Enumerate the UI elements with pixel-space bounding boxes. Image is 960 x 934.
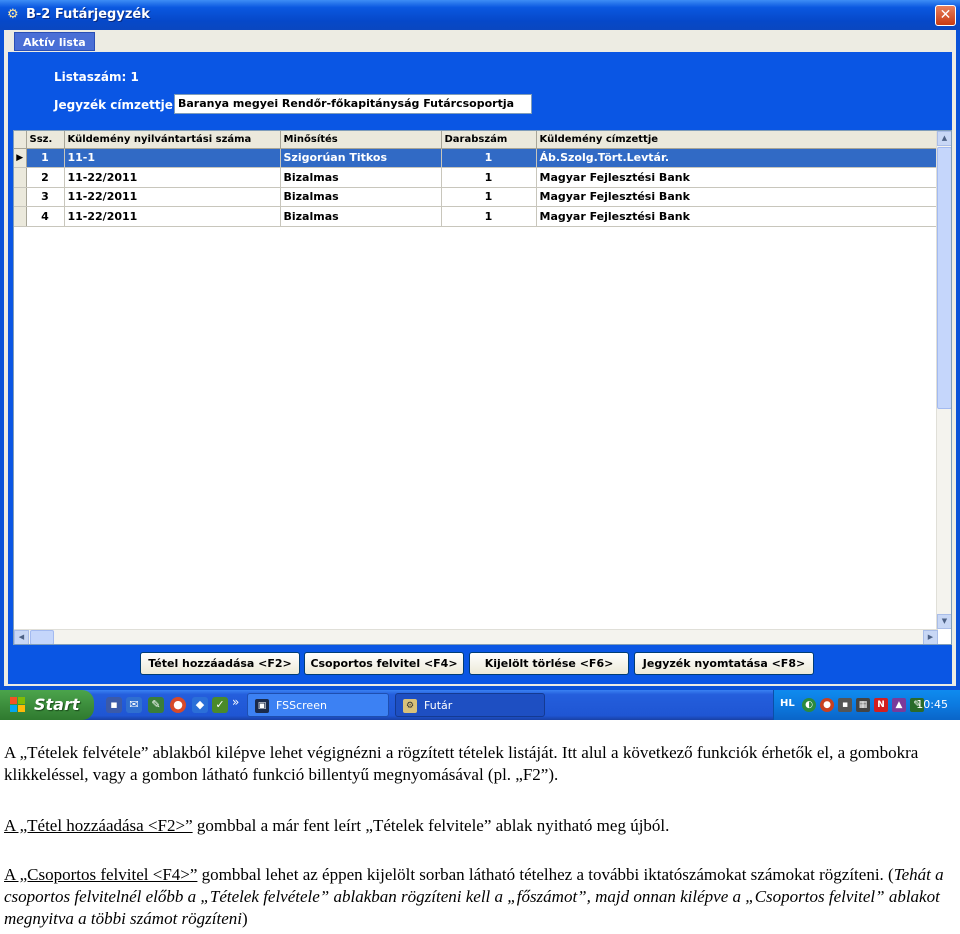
- column-header-count[interactable]: Darabszám: [441, 131, 537, 149]
- cell-number[interactable]: 11-1: [64, 148, 281, 168]
- cell-count[interactable]: 1: [441, 167, 537, 188]
- start-button[interactable]: Start: [0, 690, 94, 720]
- group-entry-reference: A „Csoportos felvitel <F4>”: [4, 865, 198, 884]
- column-header-number[interactable]: Küldemény nyilvántartási száma: [64, 131, 281, 149]
- cell-count[interactable]: 1: [441, 206, 537, 227]
- group-entry-button[interactable]: Csoportos felvitel <F4>: [304, 652, 464, 675]
- scroll-up-icon[interactable]: ▲: [937, 131, 951, 146]
- list-number-label: Listaszám: 1: [54, 70, 139, 84]
- close-button[interactable]: ✕: [935, 5, 956, 26]
- task-label: Futár: [424, 699, 453, 712]
- cell-recipient[interactable]: Áb.Szolg.Tört.Levtár.: [536, 148, 937, 168]
- window-title: B-2 Futárjegyzék: [26, 7, 150, 22]
- tray-network-icon[interactable]: ◐: [802, 698, 816, 712]
- desktop-icon[interactable]: ◆: [192, 697, 208, 713]
- horizontal-scrollbar[interactable]: ◀ ▶: [14, 629, 938, 644]
- futar-gear-icon: ⚙: [403, 699, 417, 713]
- table-row[interactable]: 2 11-22/2011 Bizalmas 1 Magyar Fejleszté…: [14, 167, 937, 188]
- print-list-button[interactable]: Jegyzék nyomtatása <F8>: [634, 652, 814, 675]
- cell-number[interactable]: 11-22/2011: [64, 206, 281, 227]
- taskbar: Start ▪ ✉ ✎ ● ◆ ✓ » ▣ FSScreen ⚙ Futár H…: [0, 690, 960, 720]
- delete-selected-button[interactable]: Kijelölt törlése <F6>: [469, 652, 629, 675]
- paragraph-intro: A „Tételek felvétele” ablakból kilépve l…: [4, 743, 919, 784]
- language-indicator[interactable]: HL: [780, 698, 795, 709]
- row-indicator: [14, 206, 27, 227]
- cell-ssz[interactable]: 3: [26, 187, 65, 207]
- add-item-reference: A „Tétel hozzáadása <F2>”: [4, 816, 193, 835]
- column-header-ssz[interactable]: Ssz.: [26, 131, 65, 149]
- windows-logo-icon: [10, 697, 27, 713]
- task-label: FSScreen: [276, 699, 327, 712]
- scroll-right-icon[interactable]: ▶: [923, 630, 938, 644]
- group-entry-description: gombbal lehet az éppen kijelölt sorban l…: [197, 865, 894, 884]
- cell-classification[interactable]: Bizalmas: [280, 167, 442, 188]
- quicklaunch-chevron-icon[interactable]: »: [232, 695, 239, 709]
- cell-classification[interactable]: Szigorúan Titkos: [280, 148, 442, 168]
- column-header-classification[interactable]: Minősítés: [280, 131, 442, 149]
- horizontal-scroll-thumb[interactable]: [30, 630, 54, 644]
- tray-monitor-icon[interactable]: ▲: [892, 698, 906, 712]
- tray-security-icon[interactable]: ●: [820, 698, 834, 712]
- table-row[interactable]: ▶ 1 11-1 Szigorúan Titkos 1 Áb.Szolg.Tör…: [14, 148, 937, 168]
- add-item-button[interactable]: Tétel hozzáadása <F2>: [140, 652, 300, 675]
- cell-number[interactable]: 11-22/2011: [64, 167, 281, 188]
- table-row[interactable]: 4 11-22/2011 Bizalmas 1 Magyar Fejleszté…: [14, 206, 937, 227]
- tray-clock: 10:45: [916, 698, 948, 711]
- scroll-left-icon[interactable]: ◀: [14, 630, 29, 644]
- window-client-area: Aktív lista Listaszám: 1 Jegyzék címzett…: [4, 30, 956, 686]
- fsscreen-icon: ▣: [255, 699, 269, 713]
- tray-display-icon[interactable]: ▦: [856, 698, 870, 712]
- app-gear-icon: ⚙: [7, 7, 19, 22]
- paragraph-add-item: A „Tétel hozzáadása <F2>” gombbal a már …: [4, 815, 956, 837]
- cell-classification[interactable]: Bizalmas: [280, 187, 442, 207]
- vertical-scrollbar[interactable]: ▲ ▼: [936, 131, 951, 629]
- row-indicator: [14, 187, 27, 207]
- cell-recipient[interactable]: Magyar Fejlesztési Bank: [536, 206, 937, 227]
- app-window: ⚙ B-2 Futárjegyzék ✕ Aktív lista Listasz…: [0, 0, 960, 690]
- cell-ssz[interactable]: 1: [26, 148, 65, 168]
- task-fsscreen[interactable]: ▣ FSScreen: [247, 693, 389, 717]
- scroll-down-icon[interactable]: ▼: [937, 614, 951, 629]
- add-item-description: gombbal a már fent leírt „Tételek felvit…: [192, 816, 670, 835]
- recipient-field[interactable]: Baranya megyei Rendőr-főkapitányság Futá…: [174, 94, 532, 114]
- items-grid[interactable]: Ssz. Küldemény nyilvántartási száma Minő…: [13, 130, 952, 645]
- start-label: Start: [34, 695, 80, 714]
- cell-count[interactable]: 1: [441, 148, 537, 168]
- tab-active-list[interactable]: Aktív lista: [14, 32, 95, 51]
- row-indicator-header: [14, 131, 27, 149]
- cell-ssz[interactable]: 2: [26, 167, 65, 188]
- current-row-arrow-icon: ▶: [14, 148, 27, 168]
- browser-icon[interactable]: ●: [170, 697, 186, 713]
- tools-icon[interactable]: ✎: [148, 697, 164, 713]
- recipient-label: Jegyzék címzettje:: [54, 98, 178, 112]
- cell-classification[interactable]: Bizalmas: [280, 206, 442, 227]
- row-indicator: [14, 167, 27, 188]
- tray-app-icon[interactable]: ▪: [838, 698, 852, 712]
- cell-recipient[interactable]: Magyar Fejlesztési Bank: [536, 167, 937, 188]
- email-icon[interactable]: ✉: [126, 697, 142, 713]
- column-header-recipient[interactable]: Küldemény címzettje: [536, 131, 937, 149]
- group-entry-close-paren: ): [241, 909, 248, 928]
- paragraph-group-entry: A „Csoportos felvitel <F4>” gombbal lehe…: [4, 864, 956, 930]
- cell-number[interactable]: 11-22/2011: [64, 187, 281, 207]
- cell-count[interactable]: 1: [441, 187, 537, 207]
- title-bar[interactable]: ⚙ B-2 Futárjegyzék ✕: [0, 0, 960, 30]
- system-tray: HL ◐ ● ▪ ▦ N ▲ ✎ 10:45: [773, 690, 960, 720]
- save-icon[interactable]: ▪: [106, 697, 122, 713]
- active-list-panel: Listaszám: 1 Jegyzék címzettje: Baranya …: [8, 52, 952, 684]
- tray-antivirus-icon[interactable]: N: [874, 698, 888, 712]
- grid-header-row: Ssz. Küldemény nyilvántartási száma Minő…: [14, 131, 937, 149]
- vertical-scroll-thumb[interactable]: [937, 147, 951, 409]
- cell-ssz[interactable]: 4: [26, 206, 65, 227]
- checklist-icon[interactable]: ✓: [212, 697, 228, 713]
- task-futar[interactable]: ⚙ Futár: [395, 693, 545, 717]
- cell-recipient[interactable]: Magyar Fejlesztési Bank: [536, 187, 937, 207]
- table-row[interactable]: 3 11-22/2011 Bizalmas 1 Magyar Fejleszté…: [14, 187, 937, 207]
